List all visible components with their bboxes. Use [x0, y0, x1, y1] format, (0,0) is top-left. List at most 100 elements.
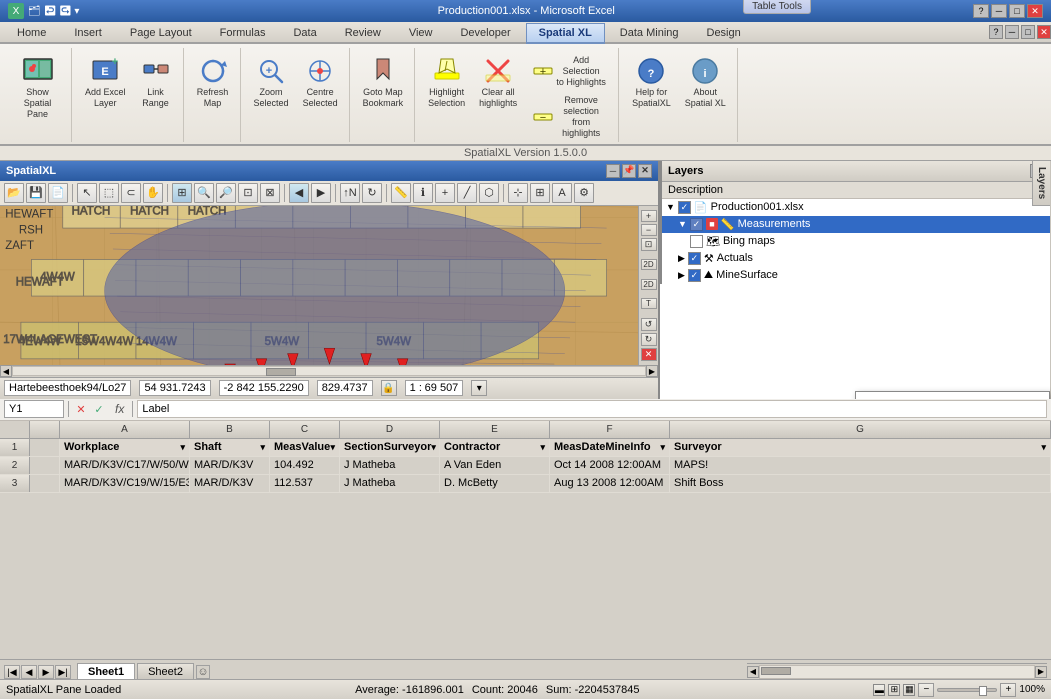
col-A-filter-arrow[interactable]: ▾	[180, 442, 185, 453]
col-header-G[interactable]: G	[670, 421, 1051, 438]
cell-2-A[interactable]: MAR/D/K3V/C17/W/50/W	[60, 457, 190, 474]
sheet-tab-sheet1[interactable]: Sheet1	[77, 663, 135, 679]
cell-3-G[interactable]: Shift Boss	[670, 475, 1051, 492]
spatial-rotate-button[interactable]: ↻	[362, 183, 382, 203]
layer-item-actuals[interactable]: ▶ ✓ ⚒ Actuals	[662, 250, 1050, 267]
link-range-button[interactable]: LinkRange	[135, 52, 177, 112]
spatial-snap-button[interactable]: ⊹	[508, 183, 528, 203]
spatial-zoomextent-button[interactable]: ⊠	[260, 183, 280, 203]
spatial-add-line-button[interactable]: ╱	[457, 183, 477, 203]
zoom-slider[interactable]	[937, 688, 997, 692]
cell-2-D[interactable]: J Matheba	[340, 457, 440, 474]
help-spatialxl-button[interactable]: ? Help forSpatialXL	[627, 52, 676, 112]
side-zoomfit2-button[interactable]: ⊡	[641, 238, 657, 251]
spatial-new-button[interactable]: 📄	[48, 183, 68, 203]
cell-3-D[interactable]: J Matheba	[340, 475, 440, 492]
map-canvas[interactable]: 26WEST CONVEYOR DECLINE	[0, 206, 638, 365]
col-header-A[interactable]: A	[60, 421, 190, 438]
refresh-map-button[interactable]: RefreshMap	[192, 52, 234, 112]
side-text-button[interactable]: T	[641, 298, 657, 309]
layer-item-minesurface[interactable]: ▶ ✓ ⛰ MineSurface	[662, 267, 1050, 284]
scale-down-button[interactable]: ▾	[471, 380, 487, 396]
tab-data-mining[interactable]: Data Mining	[607, 23, 692, 42]
hscroll-left-button[interactable]: ◀	[0, 365, 12, 377]
ribbon-help-icon[interactable]: ?	[989, 25, 1003, 39]
restore-button[interactable]: □	[1009, 4, 1025, 18]
cell-2-G[interactable]: MAPS!	[670, 457, 1051, 474]
spatial-forward-button[interactable]: ▶	[311, 183, 331, 203]
formula-input[interactable]	[137, 400, 1047, 418]
pane-pin-button[interactable]: 📌	[622, 164, 636, 178]
pane-close-button[interactable]: ✕	[638, 164, 652, 178]
col-F-filter-arrow[interactable]: ▾	[660, 442, 665, 453]
cell-1-E[interactable]: Contractor ▾	[440, 439, 550, 456]
spatial-north-button[interactable]: ↑N	[340, 183, 360, 203]
scale-lock-button[interactable]: 🔒	[381, 380, 397, 396]
col-B-filter-arrow[interactable]: ▾	[260, 442, 265, 453]
tab-view[interactable]: View	[396, 23, 446, 42]
col-header-selector[interactable]	[30, 421, 60, 438]
excel-hscroll-right[interactable]: ▶	[1035, 666, 1047, 678]
zoom-out-button[interactable]: −	[918, 683, 934, 697]
remove-from-highlights-button[interactable]: − Remove selectionfrom highlights	[526, 92, 612, 141]
col-G-filter-arrow[interactable]: ▾	[1041, 442, 1046, 453]
spatial-lasso-button[interactable]: ⊂	[121, 183, 141, 203]
spatial-add-polygon-button[interactable]: ⬡	[479, 183, 499, 203]
ribbon-minimize-icon[interactable]: ─	[1005, 25, 1019, 39]
spatial-config-button[interactable]: ⚙	[574, 183, 594, 203]
cell-3-C[interactable]: 112.537	[270, 475, 340, 492]
spatial-open-button[interactable]: 📂	[4, 183, 24, 203]
cell-1-G[interactable]: Surveyor ▾	[670, 439, 1051, 456]
tab-design[interactable]: Design	[694, 23, 754, 42]
side-close-map-button[interactable]: ✕	[641, 348, 657, 361]
col-D-filter-arrow[interactable]: ▾	[431, 442, 436, 453]
excel-hscroll-thumb[interactable]	[761, 667, 791, 675]
close-button[interactable]: ✕	[1027, 4, 1043, 18]
centre-selected-button[interactable]: CentreSelected	[298, 52, 343, 112]
side-zoomin-button[interactable]: +	[641, 210, 657, 222]
zoom-slider-thumb[interactable]	[979, 686, 987, 696]
spatial-zoomfit-button[interactable]: ⊡	[238, 183, 258, 203]
spatial-select-button[interactable]: ⬚	[99, 183, 119, 203]
layer-item-root[interactable]: ▼ ✓ 📄 Production001.xlsx	[662, 199, 1050, 216]
col-header-E[interactable]: E	[440, 421, 550, 438]
tab-home[interactable]: Home	[4, 23, 59, 42]
tab-insert[interactable]: Insert	[61, 23, 115, 42]
layer-expand-minesurface[interactable]: ▶	[678, 270, 685, 281]
cell-reference-box[interactable]: Y1	[4, 400, 64, 418]
layer-item-bing[interactable]: 🗺 Bing maps	[662, 233, 1050, 250]
layer-expand-actuals[interactable]: ▶	[678, 253, 685, 264]
cell-1-D[interactable]: SectionSurveyor ▾	[340, 439, 440, 456]
layers-tab-vertical[interactable]: Layers	[1032, 161, 1050, 206]
spatial-zoomout-button[interactable]: 🔎	[216, 183, 236, 203]
ribbon-close-icon[interactable]: ✕	[1037, 25, 1051, 39]
cell-3-F[interactable]: Aug 13 2008 12:00AM	[550, 475, 670, 492]
sheet-nav-next[interactable]: ▶	[38, 665, 54, 679]
cell-2-C[interactable]: 104.492	[270, 457, 340, 474]
col-header-D[interactable]: D	[340, 421, 440, 438]
spatial-zoomin2-button[interactable]: 🔍	[194, 183, 214, 203]
add-to-highlights-button[interactable]: + Add Selectionto Highlights	[526, 52, 612, 90]
col-E-filter-arrow[interactable]: ▾	[540, 442, 545, 453]
sheet-nav-prev[interactable]: ◀	[21, 665, 37, 679]
cell-1-A[interactable]: Workplace ▾	[60, 439, 190, 456]
layer-cb-minesurface[interactable]: ✓	[688, 269, 701, 282]
sheet-tab-sheet2[interactable]: Sheet2	[137, 663, 194, 679]
ctx-properties[interactable]: Properties	[856, 392, 1049, 399]
layer-cb-measurements[interactable]: ✓	[690, 218, 703, 231]
show-spatial-pane-button[interactable]: ShowSpatial Pane	[10, 52, 65, 122]
cell-3-B[interactable]: MAR/D/K3V	[190, 475, 270, 492]
sheet-nav-last[interactable]: ▶|	[55, 665, 71, 679]
highlight-selection-button[interactable]: HighlightSelection	[423, 52, 470, 112]
spatial-zoomin-button[interactable]: ⊞	[172, 183, 192, 203]
hscroll-track[interactable]	[12, 366, 646, 376]
side-2d-button[interactable]: 2D	[641, 259, 657, 270]
spatial-add-point-button[interactable]: +	[435, 183, 455, 203]
cell-2-F[interactable]: Oct 14 2008 12:00AM	[550, 457, 670, 474]
about-spatialxl-button[interactable]: i AboutSpatial XL	[680, 52, 731, 112]
clear-highlights-button[interactable]: Clear allhighlights	[474, 52, 522, 112]
view-layout-button[interactable]: ⊞	[888, 684, 900, 696]
add-excel-layer-button[interactable]: E+ Add ExcelLayer	[80, 52, 131, 112]
minimize-button[interactable]: ─	[991, 4, 1007, 18]
spatial-measure-button[interactable]: 📏	[391, 183, 411, 203]
